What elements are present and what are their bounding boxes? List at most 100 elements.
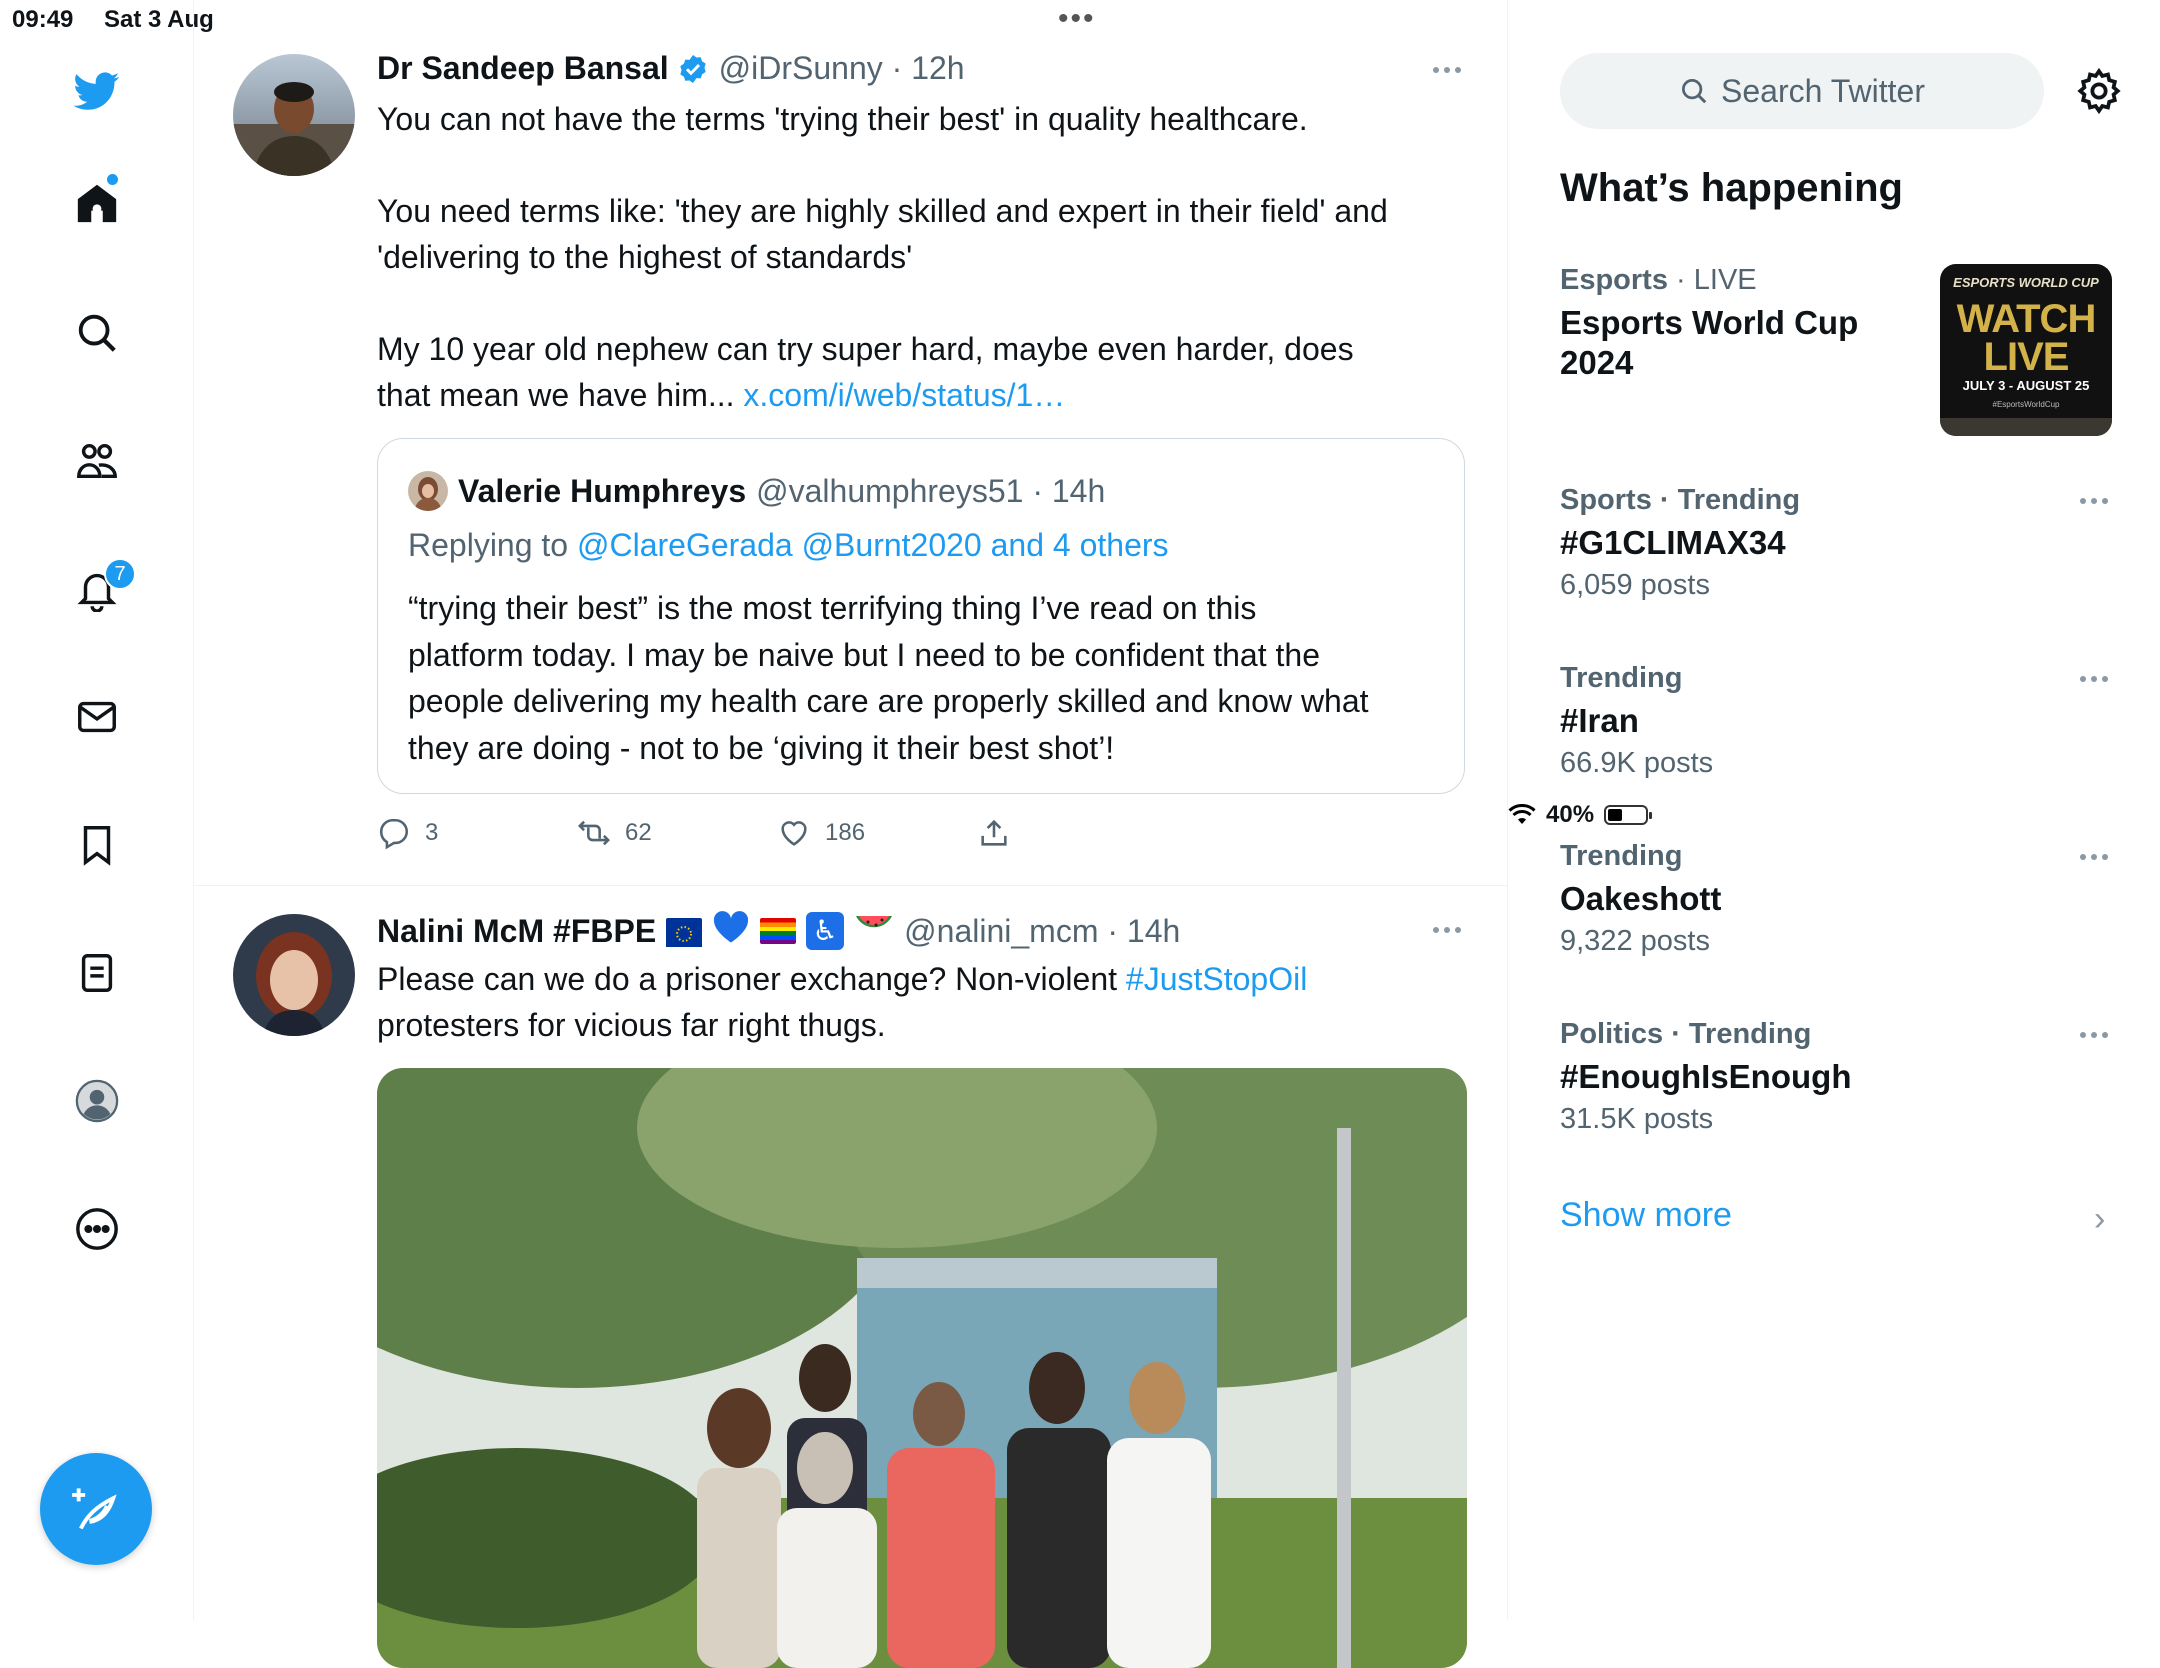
trend-count: 66.9K posts	[1560, 747, 1714, 779]
tweet-header: Dr Sandeep Bansal @iDrSunny · 12h	[377, 50, 965, 87]
tweet-line: You can not have the terms 'trying their…	[377, 101, 1308, 137]
quoted-tweet-header: Valerie Humphreys @valhumphreys51 · 14h	[408, 471, 1105, 511]
tweet-text: You can not have the terms 'trying their…	[377, 96, 1467, 418]
more-options-icon[interactable]	[64, 1196, 130, 1262]
trend-context: Trending	[1560, 662, 1683, 694]
trend-item[interactable]: Esports · LIVE Esports World Cup 2024	[1560, 264, 1940, 383]
lists-icon[interactable]	[64, 940, 130, 1006]
quoted-replying-to: Replying to @ClareGerada @Burnt2020 and …	[408, 527, 1169, 564]
profile-avatar-icon[interactable]	[64, 1068, 130, 1134]
trend-item[interactable]: Sports · Trending #G1CLIMAX34 6,059 post…	[1560, 484, 2120, 602]
avatar[interactable]	[233, 914, 355, 1036]
search-box[interactable]: Search Twitter	[1560, 53, 2044, 129]
share-button[interactable]	[977, 816, 1011, 850]
retweet-count: 62	[625, 819, 652, 846]
home-icon[interactable]	[64, 170, 130, 236]
heart-icon	[781, 821, 807, 846]
trend-more-icon[interactable]	[2080, 1028, 2120, 1042]
rainbow-flag-icon	[760, 918, 797, 944]
tweet-photo[interactable]	[377, 1068, 1467, 1668]
whats-happening-title: What’s happening	[1560, 166, 1903, 210]
tweet-author-name[interactable]: Nalini McM #FBPE	[377, 913, 656, 950]
quoted-line: “trying their best” is the most terrifyi…	[408, 590, 1257, 626]
search-placeholder: Search Twitter	[1721, 72, 1925, 109]
trend-title: Esports World Cup 2024	[1560, 304, 1859, 381]
tweet-handle-time[interactable]: @iDrSunny · 12h	[719, 50, 965, 87]
trend-more-icon[interactable]	[2080, 672, 2120, 686]
trend-context: Politics · Trending	[1560, 1018, 1812, 1050]
thumb-dates: JULY 3 - AUGUST 25	[1962, 378, 2090, 393]
tweet-card[interactable]: Dr Sandeep Bansal @iDrSunny · 12h You ca…	[193, 0, 1507, 885]
trend-count: 31.5K posts	[1560, 1103, 1714, 1135]
retweet-icon	[578, 820, 610, 846]
trend-context: Trending	[1560, 840, 1683, 872]
messages-envelope-icon[interactable]	[64, 684, 130, 750]
trend-title: #EnoughIsEnough	[1560, 1058, 1852, 1095]
trend-title: #Iran	[1560, 702, 1639, 739]
tweet-author-name[interactable]: Dr Sandeep Bansal	[377, 50, 669, 87]
trend-count: 9,322 posts	[1560, 925, 1710, 957]
thumb-main-text: WATCH LIVE	[1956, 297, 2097, 379]
timeline: Dr Sandeep Bansal @iDrSunny · 12h You ca…	[193, 0, 1508, 1668]
share-icon	[981, 819, 1007, 846]
tweet-card[interactable]: Nalini McM #FBPE ♿ @nalini_mcm · 14h Ple…	[193, 886, 1507, 1668]
tweet-line: Please can we do a prisoner exchange? No…	[377, 961, 1118, 997]
tweet-text: Please can we do a prisoner exchange? No…	[377, 956, 1467, 1048]
verified-badge-icon	[679, 54, 706, 83]
tweet-header: Nalini McM #FBPE ♿ @nalini_mcm · 14h	[377, 910, 1180, 952]
trend-title: Oakeshott	[1560, 880, 1722, 917]
replying-mentions-link[interactable]: @ClareGerada @Burnt2020 and 4 others	[577, 527, 1169, 563]
bookmarks-icon[interactable]	[64, 812, 130, 878]
retweet-button[interactable]: 62	[577, 816, 652, 850]
chevron-right-icon[interactable]: ›	[2094, 1200, 2105, 1239]
trend-title: #G1CLIMAX34	[1560, 524, 1786, 561]
esports-thumbnail[interactable]: ESPORTS WORLD CUP WATCH LIVE JULY 3 - AU…	[1940, 264, 2112, 436]
tweet-handle-time[interactable]: @nalini_mcm · 14h	[904, 913, 1180, 950]
tweet-more-icon[interactable]	[1427, 60, 1467, 80]
tweet-link[interactable]: x.com/i/web/status/1…	[743, 377, 1065, 413]
twitter-logo-icon[interactable]	[64, 58, 130, 124]
eu-flag-icon	[666, 918, 703, 947]
trend-item[interactable]: Trending Oakeshott 9,322 posts	[1560, 840, 2120, 958]
quoted-avatar[interactable]	[408, 471, 448, 511]
trend-more-icon[interactable]	[2080, 494, 2120, 508]
left-navigation: 7	[0, 0, 194, 1620]
communities-icon[interactable]	[64, 428, 130, 494]
wheelchair-icon: ♿	[806, 912, 845, 950]
blue-heart-icon	[712, 910, 750, 952]
settings-gear-icon[interactable]	[2074, 66, 2124, 116]
hashtag-link[interactable]: #JustStopOil	[1126, 961, 1307, 997]
home-new-dot	[107, 174, 118, 185]
trend-context: Sports · Trending	[1560, 484, 1801, 516]
reply-button[interactable]: 3	[377, 816, 438, 850]
tweet-line: You need terms like: 'they are highly sk…	[377, 193, 1388, 229]
quoted-line: platform today. I may be naive but I nee…	[408, 636, 1320, 673]
thumb-tag: #EsportsWorldCup	[1992, 400, 2060, 409]
quoted-line: people delivering my health care are pro…	[408, 683, 1369, 719]
reply-count: 3	[425, 819, 439, 846]
compose-feather-icon	[72, 1488, 117, 1530]
tweet-line: that mean we have him...	[377, 377, 735, 413]
show-more-link[interactable]: Show more	[1560, 1196, 1732, 1235]
like-button[interactable]: 186	[777, 816, 865, 850]
trend-count: 6,059 posts	[1560, 569, 1710, 601]
compose-tweet-button[interactable]	[40, 1453, 152, 1565]
trend-context-live: · LIVE	[1667, 264, 1757, 296]
trend-context: Esports	[1560, 264, 1668, 296]
avatar[interactable]	[233, 54, 355, 176]
tweet-line: protesters for vicious far right thugs.	[377, 1007, 886, 1043]
replying-prefix: Replying to	[408, 527, 569, 563]
tweet-more-icon[interactable]	[1427, 920, 1467, 940]
tweet-line: My 10 year old nephew can try super hard…	[377, 331, 1354, 367]
search-icon	[1682, 79, 1707, 104]
quoted-tweet[interactable]: Valerie Humphreys @valhumphreys51 · 14h …	[377, 438, 1465, 794]
trend-item[interactable]: Trending #Iran 66.9K posts	[1560, 662, 2120, 780]
reply-icon	[379, 818, 408, 850]
quoted-handle-time[interactable]: @valhumphreys51 · 14h	[756, 473, 1105, 510]
quoted-author-name[interactable]: Valerie Humphreys	[458, 473, 746, 510]
trend-item[interactable]: Politics · Trending #EnoughIsEnough 31.5…	[1560, 1018, 2120, 1136]
quoted-tweet-text: “trying their best” is the most terrifyi…	[408, 585, 1438, 771]
search-icon[interactable]	[64, 300, 130, 366]
trend-more-icon[interactable]	[2080, 850, 2120, 864]
tweet-line: 'delivering to the highest of standards'	[377, 239, 913, 275]
